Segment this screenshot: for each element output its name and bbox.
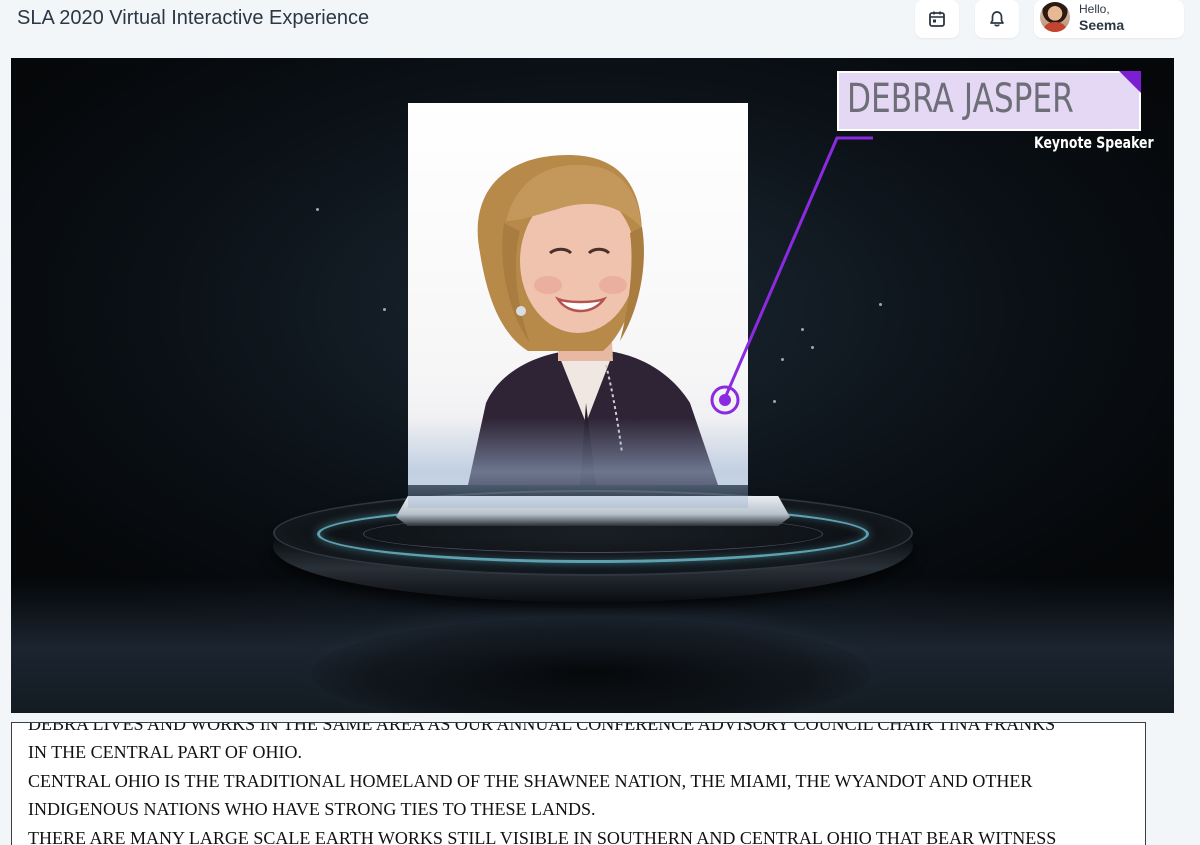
app-title: SLA 2020 Virtual Interactive Experience	[17, 7, 370, 29]
caption-transcript[interactable]: DEBRA LIVES AND WORKS IN THE SAME AREA A…	[11, 722, 1146, 845]
particle	[316, 208, 319, 211]
bell-icon	[990, 11, 1004, 27]
calendar-button[interactable]	[915, 0, 959, 38]
caption-line: CENTRAL OHIO IS THE TRADITIONAL HOMELAND…	[28, 771, 1033, 791]
particle	[801, 328, 804, 331]
video-player[interactable]: DEBRA JASPER Keynote Speaker	[11, 58, 1174, 713]
top-bar: SLA 2020 Virtual Interactive Experience …	[0, 0, 1200, 42]
caption-line: INDIGENOUS NATIONS WHO HAVE STRONG TIES …	[28, 799, 596, 819]
particle	[811, 346, 814, 349]
particle	[781, 358, 784, 361]
notifications-button[interactable]	[975, 0, 1019, 38]
portrait-glow	[408, 418, 748, 508]
calendar-icon	[929, 11, 945, 27]
caption-line: DEBRA LIVES AND WORKS IN THE SAME AREA A…	[28, 722, 1056, 734]
caption-line: THERE ARE MANY LARGE SCALE EARTH WORKS S…	[28, 828, 1057, 845]
particle	[773, 400, 776, 403]
user-menu[interactable]: Hello, Seema	[1034, 0, 1184, 38]
greeting-text: Hello,	[1079, 2, 1110, 16]
particle	[879, 303, 882, 306]
particle	[383, 308, 386, 311]
speaker-role: Keynote Speaker	[1034, 133, 1154, 152]
caption-line: IN THE CENTRAL PART OF OHIO.	[28, 742, 302, 762]
speaker-name: DEBRA JASPER	[847, 76, 1074, 122]
avatar	[1040, 2, 1070, 32]
user-name: Seema	[1079, 17, 1125, 33]
